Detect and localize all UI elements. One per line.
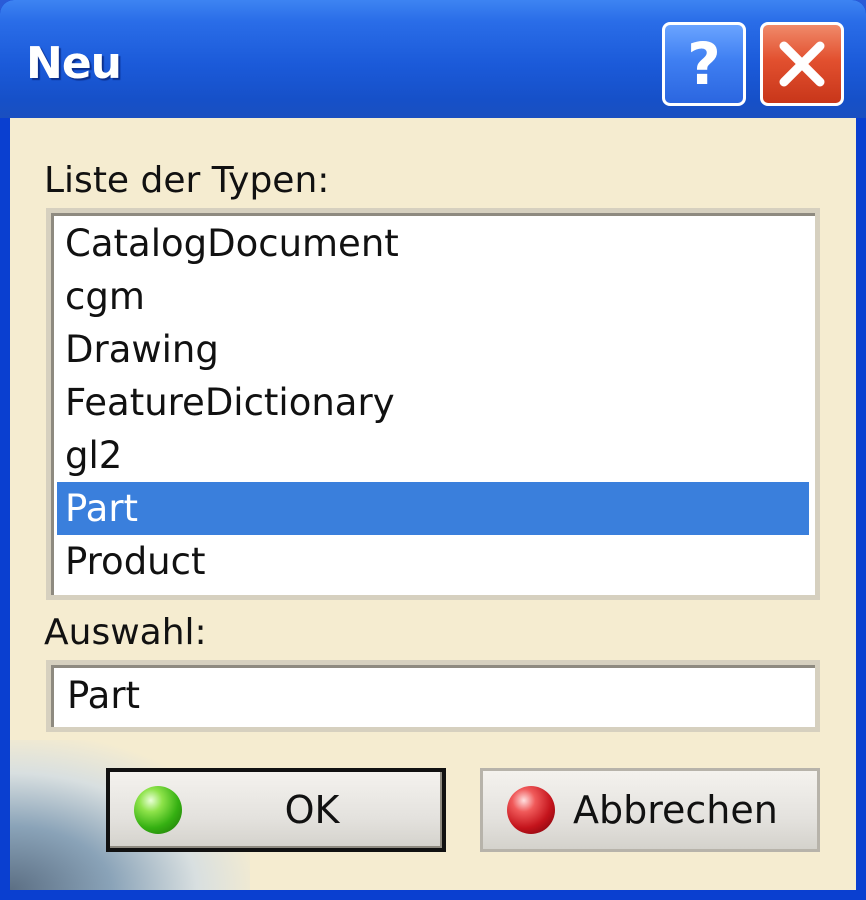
list-item-drawing[interactable]: Drawing (57, 323, 809, 376)
close-button[interactable] (760, 22, 844, 106)
green-orb-icon (134, 786, 182, 834)
ok-button[interactable]: OK (106, 768, 446, 852)
list-item-featuredictionary[interactable]: FeatureDictionary (57, 376, 809, 429)
red-orb-icon (507, 786, 555, 834)
types-listbox[interactable]: CatalogDocument cgm Drawing FeatureDicti… (46, 208, 820, 600)
dialog-window: Neu ? Liste der Typen: CatalogDocument c… (0, 0, 866, 900)
window-title: Neu (26, 38, 122, 89)
cancel-button[interactable]: Abbrechen (480, 768, 820, 852)
list-item-gl2[interactable]: gl2 (57, 429, 809, 482)
help-button[interactable]: ? (662, 22, 746, 106)
title-bar[interactable]: Neu ? (0, 0, 866, 118)
list-item-product[interactable]: Product (57, 535, 809, 588)
close-icon (779, 41, 825, 87)
types-list-label: Liste der Typen: (44, 160, 330, 201)
cancel-button-label: Abbrechen (573, 788, 778, 832)
list-item-catalogdocument[interactable]: CatalogDocument (57, 217, 809, 270)
list-item-cgm[interactable]: cgm (57, 270, 809, 323)
question-mark-icon: ? (687, 30, 721, 98)
dialog-body: Liste der Typen: CatalogDocument cgm Dra… (10, 118, 856, 890)
selection-field[interactable]: Part (46, 660, 820, 732)
selection-label: Auswahl: (44, 612, 207, 653)
list-item-part[interactable]: Part (57, 482, 809, 535)
ok-button-label: OK (284, 788, 340, 832)
